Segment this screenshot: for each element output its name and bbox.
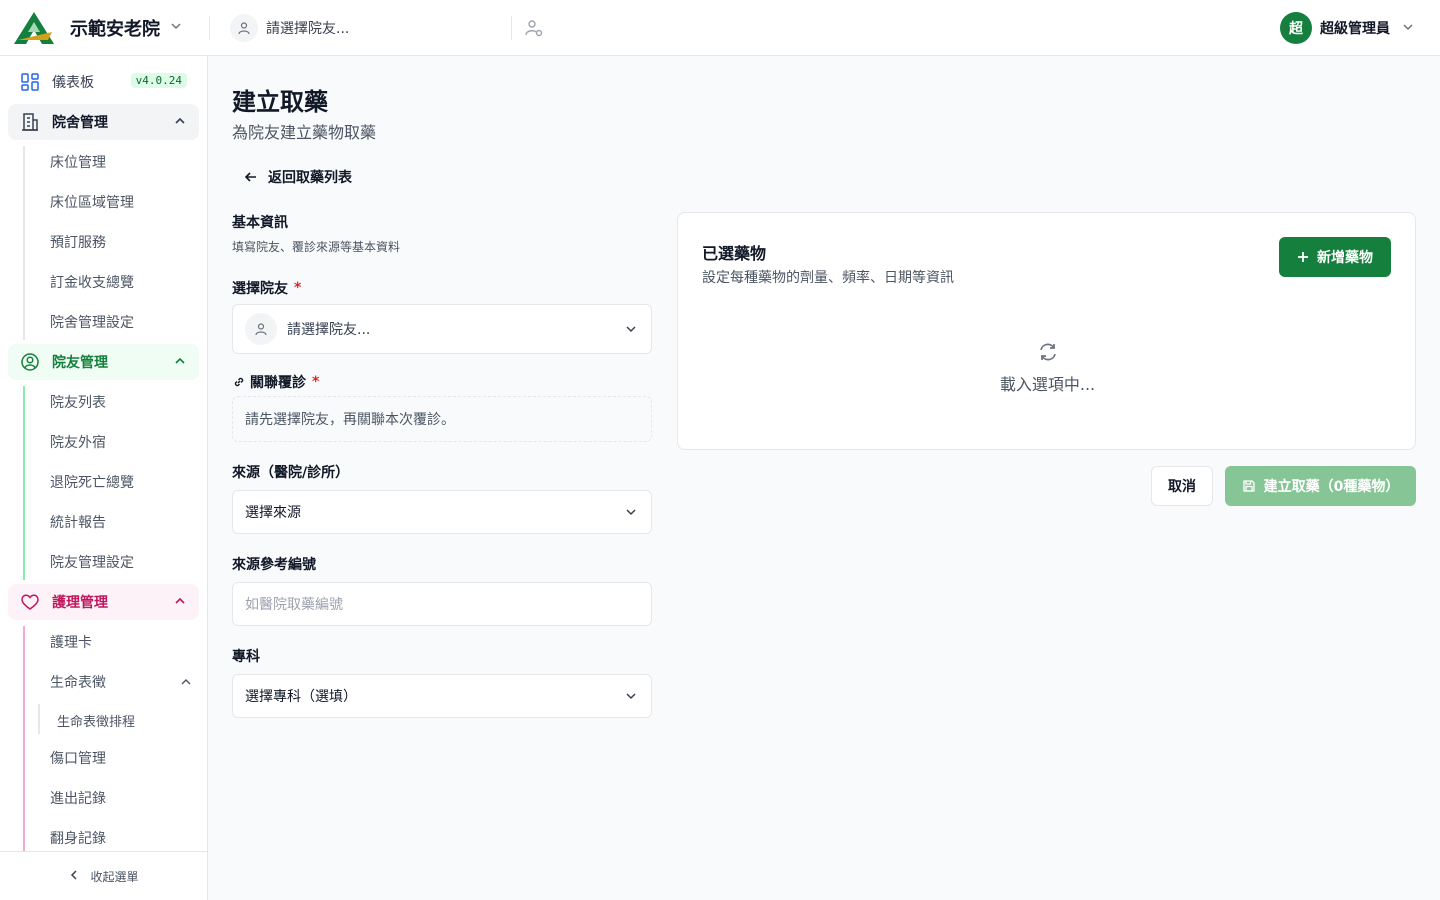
sidebar-group-nursing[interactable]: 護理管理 bbox=[8, 584, 199, 620]
back-to-list-button[interactable]: 返回取藥列表 bbox=[244, 167, 352, 187]
cancel-button[interactable]: 取消 bbox=[1151, 466, 1213, 506]
create-pickup-button[interactable]: 建立取藥（0種藥物） bbox=[1225, 466, 1416, 506]
ref-number-input[interactable]: 如醫院取藥編號 bbox=[232, 582, 652, 626]
version-badge: v4.0.24 bbox=[130, 73, 187, 88]
sidebar-nav: 儀表板 v4.0.24 院舍管理 床位管理 床位區域管理 預訂服務 訂金收支總覽… bbox=[0, 56, 207, 851]
create-label: 建立取藥（0種藥物） bbox=[1263, 479, 1400, 495]
chevron-up-icon bbox=[175, 117, 185, 124]
chevron-up-icon[interactable] bbox=[180, 676, 192, 688]
user-icon bbox=[230, 13, 258, 42]
heart-icon bbox=[21, 594, 39, 610]
plus-icon bbox=[1297, 247, 1309, 268]
chevron-down-icon bbox=[170, 20, 182, 36]
add-medication-label: 新增藥物 bbox=[1317, 250, 1373, 266]
required-mark: * bbox=[294, 280, 302, 296]
loading-state: 載入選項中... bbox=[678, 341, 1417, 395]
sidebar: 儀表板 v4.0.24 院舍管理 床位管理 床位區域管理 預訂服務 訂金收支總覽… bbox=[0, 56, 208, 900]
panel-subtitle: 設定每種藥物的劑量、頻率、日期等資訊 bbox=[702, 270, 954, 286]
org-name: 示範安老院 bbox=[70, 18, 160, 40]
loading-text: 載入選項中... bbox=[999, 375, 1096, 394]
specialty-select-value: 選擇專科（選填） bbox=[245, 689, 357, 705]
section-title: 基本資訊 bbox=[232, 215, 288, 231]
chevron-left-icon bbox=[68, 869, 80, 884]
sidebar-item-vital-schedule[interactable]: 生命表徵排程 bbox=[57, 711, 135, 730]
sidebar-item-resident-leave[interactable]: 院友外宿 bbox=[50, 432, 106, 452]
submenu-line bbox=[38, 704, 40, 734]
ref-field-label: 來源參考編號 bbox=[232, 557, 316, 573]
selected-medications-panel: 已選藥物 設定每種藥物的劑量、頻率、日期等資訊 新增藥物 載入選項中... bbox=[677, 212, 1416, 450]
sidebar-item-statistics[interactable]: 統計報告 bbox=[50, 512, 106, 532]
link-icon bbox=[234, 377, 244, 387]
user-name: 超級管理員 bbox=[1320, 21, 1390, 37]
chevron-down-icon bbox=[1402, 21, 1414, 36]
sidebar-group-label: 院舍管理 bbox=[52, 115, 108, 131]
building-icon bbox=[22, 113, 38, 131]
submenu-line bbox=[23, 146, 25, 340]
sidebar-item-reservations[interactable]: 預訂服務 bbox=[50, 232, 106, 252]
followup-hint: 請先選擇院友，再關聯本次覆診。 bbox=[232, 396, 652, 442]
section-subtitle: 填寫院友、覆診來源等基本資料 bbox=[232, 240, 401, 254]
sidebar-item-turning-records[interactable]: 翻身記錄 bbox=[50, 828, 106, 848]
sidebar-item-resident-settings[interactable]: 院友管理設定 bbox=[50, 552, 134, 572]
chevron-up-icon bbox=[175, 597, 185, 604]
sidebar-item-facility-settings[interactable]: 院舍管理設定 bbox=[50, 312, 134, 332]
panel-title: 已選藥物 bbox=[702, 244, 767, 263]
main-content: 建立取藥 為院友建立藥物取藥 返回取藥列表 基本資訊 填寫院友、覆診來源等基本資… bbox=[208, 56, 1440, 900]
ref-placeholder: 如醫院取藥編號 bbox=[245, 597, 343, 613]
specialty-field-label: 專科 bbox=[232, 649, 260, 665]
logo-icon bbox=[14, 11, 54, 44]
resident-field-label: 選擇院友 * bbox=[232, 280, 302, 297]
sidebar-item-discharge-overview[interactable]: 退院死亡總覽 bbox=[50, 472, 134, 492]
resident-select-value: 請選擇院友... bbox=[287, 322, 371, 338]
avatar: 超 bbox=[1280, 12, 1312, 44]
user-menu[interactable]: 超 超級管理員 bbox=[1280, 12, 1414, 44]
chevron-down-icon bbox=[626, 326, 636, 333]
sidebar-item-dashboard[interactable]: 儀表板 v4.0.24 bbox=[8, 64, 199, 100]
resident-selector[interactable]: 請選擇院友... bbox=[210, 13, 512, 42]
source-select[interactable]: 選擇來源 bbox=[232, 490, 652, 534]
sidebar-item-deposit-overview[interactable]: 訂金收支總覽 bbox=[50, 272, 134, 292]
dashboard-icon bbox=[21, 73, 39, 91]
arrow-left-icon bbox=[244, 172, 256, 182]
sidebar-group-label: 院友管理 bbox=[52, 355, 108, 371]
sidebar-group-label: 護理管理 bbox=[52, 595, 108, 611]
followup-field-label: 關聯覆診 * bbox=[232, 372, 319, 392]
sidebar-item-entry-exit-records[interactable]: 進出記錄 bbox=[50, 788, 106, 808]
sidebar-item-vital-signs[interactable]: 生命表徵 bbox=[50, 672, 106, 692]
save-icon bbox=[1242, 480, 1255, 492]
specialty-select[interactable]: 選擇專科（選填） bbox=[232, 674, 652, 718]
user-settings-icon[interactable] bbox=[524, 18, 544, 38]
sidebar-item-wound-management[interactable]: 傷口管理 bbox=[50, 748, 106, 768]
add-medication-button[interactable]: 新增藥物 bbox=[1279, 237, 1391, 277]
source-field-label: 來源（醫院/診所） bbox=[232, 465, 350, 481]
chevron-down-icon bbox=[626, 693, 636, 700]
sidebar-group-residents[interactable]: 院友管理 bbox=[8, 344, 199, 380]
basic-info-form: 基本資訊 填寫院友、覆診來源等基本資料 選擇院友 * 請選擇院友... 關聯覆診… bbox=[232, 212, 652, 718]
submenu-line bbox=[23, 386, 25, 580]
sidebar-item-resident-list[interactable]: 院友列表 bbox=[50, 392, 106, 412]
user-circle-icon bbox=[21, 353, 39, 371]
back-label: 返回取藥列表 bbox=[268, 170, 352, 186]
refresh-icon bbox=[1039, 343, 1056, 361]
resident-selector-label: 請選擇院友... bbox=[266, 20, 350, 37]
org-switcher[interactable]: 示範安老院 bbox=[0, 11, 210, 44]
user-icon bbox=[245, 313, 277, 345]
sidebar-item-bed-areas[interactable]: 床位區域管理 bbox=[50, 192, 134, 212]
collapse-label: 收起選單 bbox=[90, 869, 139, 884]
sidebar-item-label: 儀表板 bbox=[52, 75, 94, 91]
chevron-down-icon bbox=[626, 509, 636, 516]
collapse-sidebar-button[interactable]: 收起選單 bbox=[0, 851, 207, 900]
sidebar-item-nursing-card[interactable]: 護理卡 bbox=[50, 632, 92, 652]
page-title: 建立取藥 bbox=[232, 88, 328, 116]
source-select-value: 選擇來源 bbox=[245, 505, 301, 521]
sidebar-group-facility[interactable]: 院舍管理 bbox=[8, 104, 199, 140]
top-bar: 示範安老院 請選擇院友... 超 超級管理員 bbox=[0, 0, 1440, 56]
resident-select[interactable]: 請選擇院友... bbox=[232, 304, 652, 354]
submenu-line bbox=[23, 626, 25, 851]
sidebar-item-bed-management[interactable]: 床位管理 bbox=[50, 152, 106, 172]
required-mark: * bbox=[312, 374, 320, 390]
chevron-up-icon bbox=[175, 357, 185, 364]
page-subtitle: 為院友建立藥物取藥 bbox=[232, 123, 377, 142]
